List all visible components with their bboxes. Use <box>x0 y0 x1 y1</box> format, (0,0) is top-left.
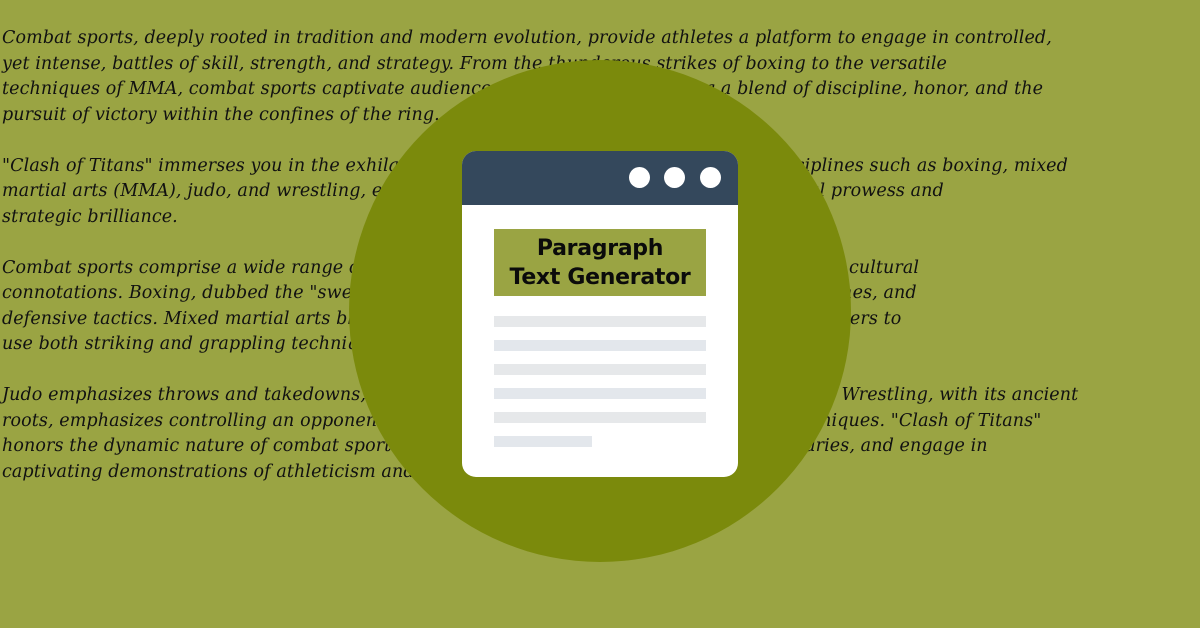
window-dot-icon <box>664 167 685 188</box>
app-title-line-1: Paragraph <box>536 235 664 261</box>
paragraph-line: use both striking and grappling techniqu… <box>2 334 396 354</box>
placeholder-text-line <box>494 412 706 423</box>
window-dot-icon <box>700 167 721 188</box>
paragraph-line: pursuit of victory within the confines o… <box>2 104 440 125</box>
placeholder-text-line <box>494 436 592 447</box>
placeholder-text-line <box>494 316 706 327</box>
placeholder-text-line <box>494 364 706 375</box>
app-window-card: Paragraph Text Generator <box>462 151 738 477</box>
placeholder-text-line <box>494 340 706 351</box>
placeholder-text-line <box>494 388 706 399</box>
window-dot-icon <box>629 167 650 188</box>
app-title-line-2: Text Generator <box>509 264 691 290</box>
paragraph-line: Combat sports, deeply rooted in traditio… <box>2 28 1052 48</box>
window-title-bar <box>462 151 738 205</box>
paragraph-line: yet intense, battles of skill, strength,… <box>2 53 947 74</box>
paragraph-line: strategic brilliance. <box>2 206 178 227</box>
app-title-box: Paragraph Text Generator <box>494 229 706 296</box>
